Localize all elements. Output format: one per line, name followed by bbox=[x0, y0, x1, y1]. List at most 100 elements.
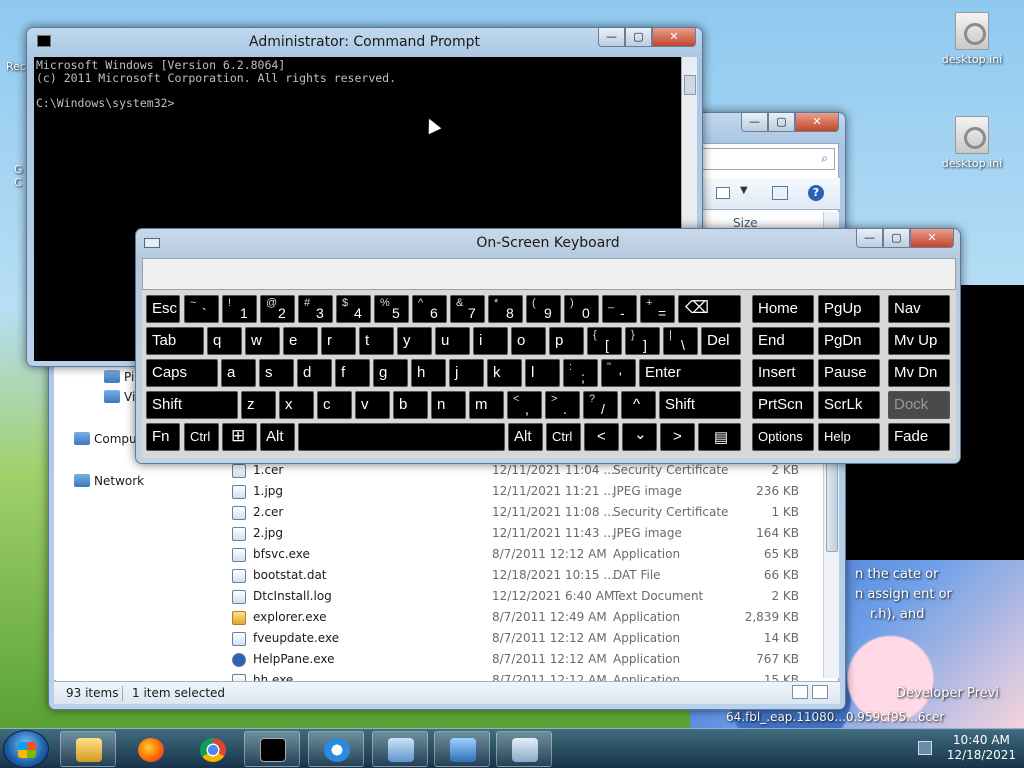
taskbar-firefox[interactable] bbox=[122, 731, 178, 767]
key-right-bracket[interactable]: }] bbox=[625, 327, 660, 355]
desktop-icon-desktop-ini-2[interactable]: desktop.ini bbox=[936, 116, 1008, 170]
start-button[interactable] bbox=[3, 730, 49, 768]
key-backspace[interactable]: ⌫ bbox=[678, 295, 741, 323]
key-pause[interactable]: Pause bbox=[818, 359, 880, 387]
key-backslash[interactable]: | \ bbox=[663, 327, 698, 355]
close-button[interactable]: ✕ bbox=[910, 229, 954, 248]
table-row[interactable]: bfsvc.exe 8/7/2011 12:12 AM Application 65 … bbox=[228, 544, 823, 565]
key-n[interactable]: n bbox=[431, 391, 466, 419]
key-enter[interactable]: Enter bbox=[639, 359, 741, 387]
key-ctrl-right[interactable]: Ctrl bbox=[546, 423, 581, 451]
key-equals[interactable]: + = bbox=[640, 295, 675, 323]
maximize-button[interactable]: ▢ bbox=[883, 229, 910, 248]
key-slash[interactable]: ? / bbox=[583, 391, 618, 419]
preview-pane-icon[interactable] bbox=[772, 186, 788, 200]
key-left-bracket[interactable]: {[ bbox=[587, 327, 622, 355]
key-options[interactable]: Options bbox=[752, 423, 814, 451]
key-1[interactable]: ! 1 bbox=[222, 295, 257, 323]
key-5[interactable]: % 5 bbox=[374, 295, 409, 323]
key-e[interactable]: e bbox=[283, 327, 318, 355]
close-button[interactable]: ✕ bbox=[795, 113, 839, 132]
key-y[interactable]: y bbox=[397, 327, 432, 355]
details-view-icon[interactable] bbox=[792, 685, 808, 699]
desktop-icon-desktop-ini-1[interactable]: desktop.ini bbox=[936, 12, 1008, 66]
key-shift-right[interactable]: Shift bbox=[659, 391, 741, 419]
key-caps[interactable]: Caps bbox=[146, 359, 218, 387]
key-t[interactable]: t bbox=[359, 327, 394, 355]
key-i[interactable]: i bbox=[473, 327, 508, 355]
key-comma[interactable]: <, bbox=[507, 391, 542, 419]
key-dock[interactable]: Dock bbox=[888, 391, 950, 419]
key-7[interactable]: & 7 bbox=[450, 295, 485, 323]
key-o[interactable]: o bbox=[511, 327, 546, 355]
key-semicolon[interactable]: :; bbox=[563, 359, 598, 387]
key-end[interactable]: End bbox=[752, 327, 814, 355]
key-6[interactable]: ^ 6 bbox=[412, 295, 447, 323]
key-right-arrow[interactable]: > bbox=[660, 423, 695, 451]
key-3[interactable]: #3 bbox=[298, 295, 333, 323]
key-prtscn[interactable]: PrtScn bbox=[752, 391, 814, 419]
table-row[interactable]: DtcInstall.log 12/12/2021 6:40 AM Text Doc… bbox=[228, 586, 823, 607]
minimize-button[interactable]: — bbox=[856, 229, 883, 248]
key-9[interactable]: (9 bbox=[526, 295, 561, 323]
key-windows[interactable]: ⊞ bbox=[222, 423, 257, 451]
maximize-button[interactable]: ▢ bbox=[768, 113, 795, 132]
key-esc[interactable]: Esc bbox=[146, 295, 180, 323]
key-scrlk[interactable]: ScrLk bbox=[818, 391, 880, 419]
table-row[interactable]: 2.jpg 12/11/2021 11:43 ... JPEG image 164 K… bbox=[228, 523, 823, 544]
key-quote[interactable]: " ' bbox=[601, 359, 636, 387]
key-del[interactable]: Del bbox=[701, 327, 741, 355]
key-d[interactable]: d bbox=[297, 359, 332, 387]
chevron-down-icon[interactable]: ▼ bbox=[740, 185, 748, 196]
key-alt-right[interactable]: Alt bbox=[508, 423, 543, 451]
key-k[interactable]: k bbox=[487, 359, 522, 387]
key-0[interactable]: ) 0 bbox=[564, 295, 599, 323]
key-home[interactable]: Home bbox=[752, 295, 814, 323]
key-space[interactable] bbox=[298, 423, 505, 451]
view-options-icon[interactable] bbox=[716, 187, 730, 199]
key-q[interactable]: q bbox=[207, 327, 242, 355]
scrollbar-thumb[interactable] bbox=[684, 75, 696, 95]
key-mv-dn[interactable]: Mv Dn bbox=[888, 359, 950, 387]
key-4[interactable]: $4 bbox=[336, 295, 371, 323]
table-row[interactable]: fveupdate.exe 8/7/2011 12:12 AM Applicatio… bbox=[228, 628, 823, 649]
key-j[interactable]: j bbox=[449, 359, 484, 387]
key-8[interactable]: * 8 bbox=[488, 295, 523, 323]
key-r[interactable]: r bbox=[321, 327, 356, 355]
key-f[interactable]: f bbox=[335, 359, 370, 387]
table-row[interactable]: 1.jpg 12/11/2021 11:21 ... JPEG image 236 K… bbox=[228, 481, 823, 502]
taskbar-file-explorer[interactable] bbox=[60, 731, 116, 767]
table-row[interactable]: 2.cer 12/11/2021 11:08 ... Security Certif… bbox=[228, 502, 823, 523]
taskbar-command-prompt[interactable] bbox=[244, 731, 300, 767]
key-backtick[interactable]: ~ ` bbox=[184, 295, 219, 323]
thumbnail-view-icon[interactable] bbox=[812, 685, 828, 699]
table-row[interactable]: explorer.exe 8/7/2011 12:49 AM Application… bbox=[228, 607, 823, 628]
key-a[interactable]: a bbox=[221, 359, 256, 387]
taskbar-internet-explorer[interactable] bbox=[308, 731, 364, 767]
clock[interactable]: 10:40 AM 12/18/2021 bbox=[947, 733, 1016, 763]
taskbar-network[interactable] bbox=[434, 731, 490, 767]
key-m[interactable]: m bbox=[469, 391, 504, 419]
key-nav[interactable]: Nav bbox=[888, 295, 950, 323]
key-l[interactable]: l bbox=[525, 359, 560, 387]
help-icon[interactable]: ? bbox=[808, 185, 824, 201]
key-period[interactable]: >. bbox=[545, 391, 580, 419]
taskbar-on-screen-keyboard[interactable] bbox=[496, 731, 552, 767]
key-ctrl-left[interactable]: Ctrl bbox=[184, 423, 219, 451]
close-button[interactable]: ✕ bbox=[652, 28, 696, 47]
table-row[interactable]: bootstat.dat 12/18/2021 10:15 ... DAT File… bbox=[228, 565, 823, 586]
key-left-arrow[interactable]: < bbox=[584, 423, 619, 451]
key-z[interactable]: z bbox=[241, 391, 276, 419]
key-p[interactable]: p bbox=[549, 327, 584, 355]
network-tray-icon[interactable] bbox=[918, 741, 932, 755]
nav-item-computer[interactable]: Compu bbox=[74, 432, 137, 446]
key-x[interactable]: x bbox=[279, 391, 314, 419]
key-help[interactable]: Help bbox=[818, 423, 880, 451]
key-u[interactable]: u bbox=[435, 327, 470, 355]
key-b[interactable]: b bbox=[393, 391, 428, 419]
key-fade[interactable]: Fade bbox=[888, 423, 950, 451]
key-pgdn[interactable]: PgDn bbox=[818, 327, 880, 355]
key-alt-left[interactable]: Alt bbox=[260, 423, 295, 451]
key-insert[interactable]: Insert bbox=[752, 359, 814, 387]
scrollbar-thumb[interactable] bbox=[826, 462, 838, 552]
